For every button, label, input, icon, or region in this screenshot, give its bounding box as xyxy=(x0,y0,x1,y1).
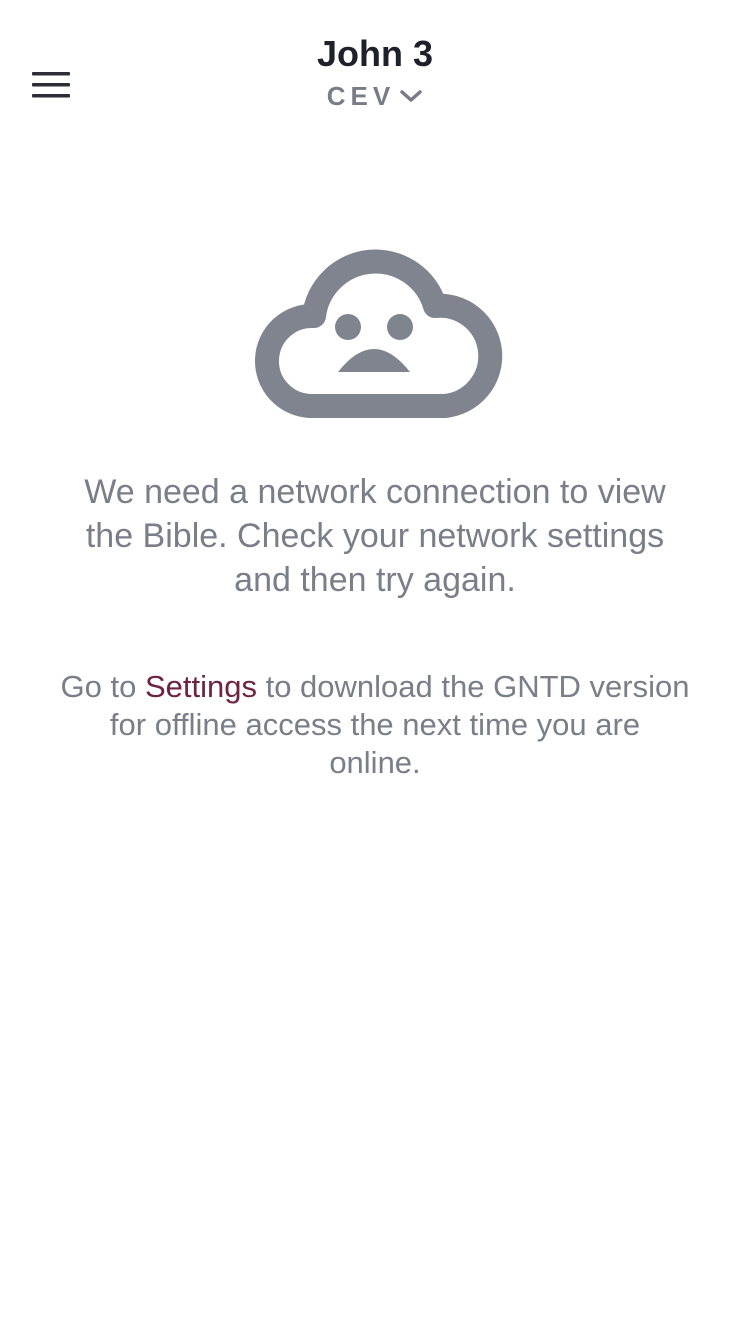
version-label: CEV xyxy=(326,81,396,111)
sad-cloud-icon xyxy=(255,249,503,418)
chevron-down-icon xyxy=(400,90,422,102)
offline-download-hint: Go to Settings to download the GNTD vers… xyxy=(60,668,690,782)
cloud-left-eye xyxy=(335,314,361,340)
header-bar: John 3 CEV xyxy=(0,0,750,140)
hamburger-menu-icon xyxy=(32,72,70,98)
cloud-right-eye xyxy=(387,314,413,340)
hint-prefix: Go to xyxy=(60,669,145,704)
offline-screen: John 3 CEV We need a network connection … xyxy=(0,0,750,1334)
network-error-message: We need a network connection to view the… xyxy=(84,473,666,599)
menu-button[interactable] xyxy=(22,60,80,110)
chapter-title[interactable]: John 3 xyxy=(200,30,550,78)
version-selector[interactable]: CEV xyxy=(327,80,423,112)
settings-link[interactable]: Settings xyxy=(145,669,257,704)
title-block: John 3 CEV xyxy=(200,30,550,112)
cloud-frown xyxy=(338,349,410,372)
